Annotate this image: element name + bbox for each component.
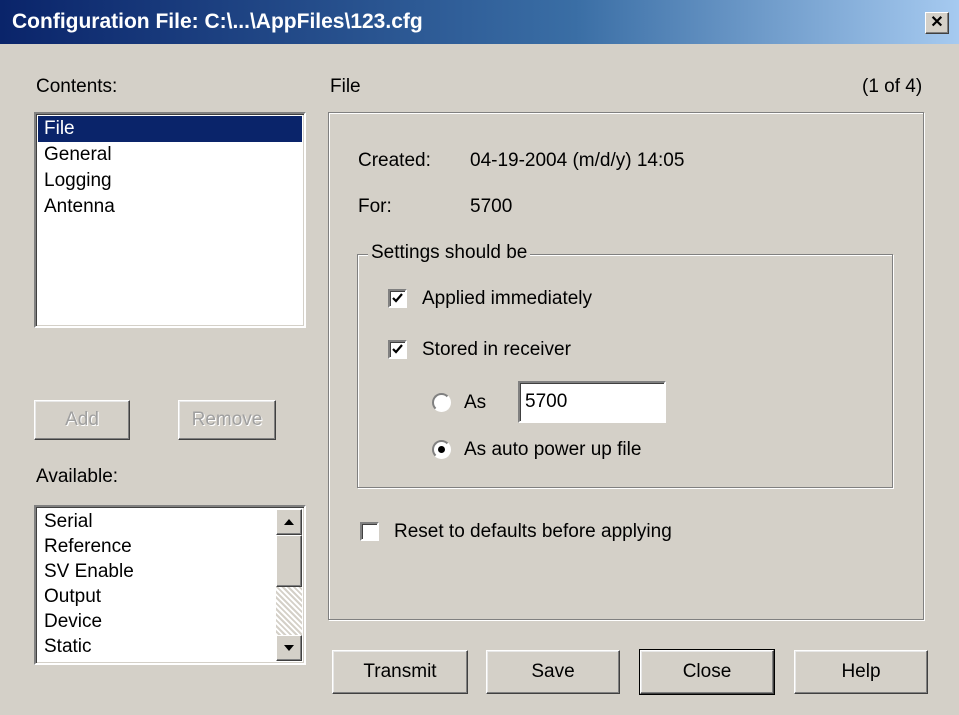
created-value: 04-19-2004 (m/d/y) 14:05	[470, 150, 685, 171]
reset-defaults-checkbox[interactable]	[360, 522, 379, 541]
as-radio-label: As	[464, 392, 487, 413]
created-label: Created:	[358, 150, 431, 171]
scroll-up-button[interactable]	[276, 509, 302, 535]
close-button[interactable]: Close	[639, 649, 775, 695]
as-filename-input[interactable]	[518, 381, 666, 423]
save-button[interactable]: Save	[486, 650, 620, 694]
available-list[interactable]: Serial Reference SV Enable Output Device…	[34, 505, 306, 665]
applied-immediately-checkbox[interactable]	[388, 289, 407, 308]
for-value: 5700	[470, 196, 513, 217]
contents-item-file[interactable]: File	[38, 116, 302, 142]
remove-button[interactable]: Remove	[178, 400, 276, 440]
available-item-sv-enable[interactable]: SV Enable	[38, 559, 274, 584]
arrow-down-icon	[284, 645, 294, 651]
available-scrollbar[interactable]	[276, 509, 302, 661]
arrow-up-icon	[284, 519, 294, 525]
checkmark-icon	[392, 344, 403, 354]
checkmark-icon	[392, 293, 403, 303]
as-radio[interactable]	[432, 393, 451, 412]
reset-defaults-label: Reset to defaults before applying	[394, 521, 672, 542]
window-title: Configuration File: C:\...\AppFiles\123.…	[12, 10, 423, 33]
transmit-button[interactable]: Transmit	[332, 650, 468, 694]
stored-in-receiver-checkbox[interactable]	[388, 340, 407, 359]
available-item-reference[interactable]: Reference	[38, 534, 274, 559]
available-item-serial[interactable]: Serial	[38, 509, 274, 534]
auto-power-up-label: As auto power up file	[464, 439, 642, 460]
contents-label: Contents:	[36, 76, 118, 97]
applied-immediately-label: Applied immediately	[422, 288, 593, 309]
page-indicator: (1 of 4)	[862, 76, 923, 97]
add-button[interactable]: Add	[34, 400, 130, 440]
for-label: For:	[358, 196, 392, 217]
contents-item-antenna[interactable]: Antenna	[38, 194, 302, 220]
radio-dot-icon	[438, 446, 445, 453]
section-title: File	[330, 76, 361, 97]
available-label: Available:	[36, 466, 119, 487]
available-item-static[interactable]: Static	[38, 634, 274, 659]
help-button[interactable]: Help	[794, 650, 928, 694]
close-icon: ✕	[930, 14, 944, 31]
settings-group-legend: Settings should be	[368, 242, 531, 264]
scroll-thumb[interactable]	[276, 535, 302, 587]
available-item-output[interactable]: Output	[38, 584, 274, 609]
contents-list[interactable]: File General Logging Antenna	[34, 112, 306, 328]
close-window-button[interactable]: ✕	[925, 12, 949, 34]
scroll-down-button[interactable]	[276, 635, 302, 661]
contents-item-general[interactable]: General	[38, 142, 302, 168]
stored-in-receiver-label: Stored in receiver	[422, 339, 571, 360]
available-item-device[interactable]: Device	[38, 609, 274, 634]
title-bar: Configuration File: C:\...\AppFiles\123.…	[0, 0, 959, 44]
contents-item-logging[interactable]: Logging	[38, 168, 302, 194]
auto-power-up-radio[interactable]	[432, 440, 451, 459]
